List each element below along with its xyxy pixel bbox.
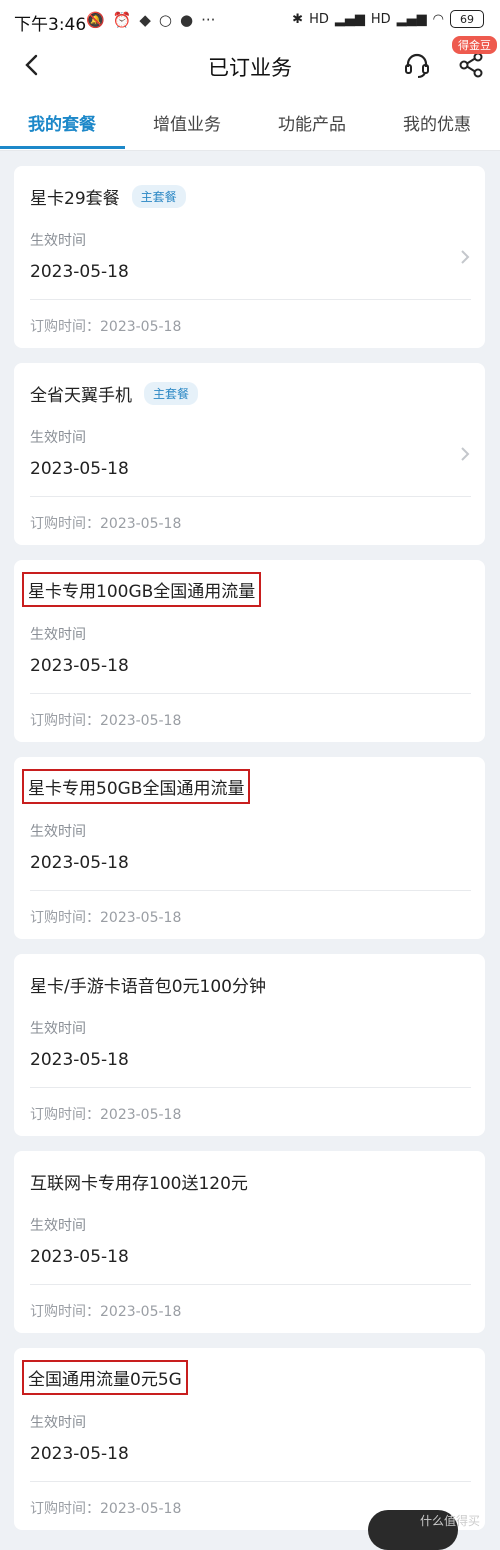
effective-date: 2023-05-18 bbox=[30, 1050, 129, 1070]
chevron-right-icon[interactable] bbox=[459, 248, 471, 266]
effective-time-label: 生效时间 bbox=[30, 824, 86, 840]
tab-my-plan[interactable]: 我的套餐 bbox=[28, 110, 96, 135]
plan-title-highlighted: 全国通用流量0元5G bbox=[22, 1360, 188, 1395]
wifi-icon: ◠ bbox=[432, 11, 444, 27]
more-dots-icon: ··· bbox=[201, 11, 216, 29]
divider bbox=[30, 890, 471, 891]
plan-card: 星卡/手游卡语音包0元100分钟 生效时间 2023-05-18 订购时间：20… bbox=[14, 954, 485, 1136]
plan-card[interactable]: 星卡29套餐 主套餐 生效时间 2023-05-18 订购时间：2023-05-… bbox=[14, 166, 485, 348]
divider bbox=[30, 693, 471, 694]
app-header: 已订业务 得金豆 bbox=[0, 36, 500, 90]
effective-time-label: 生效时间 bbox=[30, 1415, 86, 1431]
effective-date: 2023-05-18 bbox=[30, 656, 129, 676]
order-time: 订购时间：2023-05-18 bbox=[30, 516, 182, 532]
plan-title: 互联网卡专用存100送120元 bbox=[30, 1174, 248, 1194]
customer-service-headset-icon[interactable] bbox=[402, 50, 432, 80]
alarm-icon: ⏰ bbox=[112, 11, 132, 29]
signal-icon: ▂▄▆ bbox=[334, 11, 365, 27]
plan-card: 全国通用流量0元5G 生效时间 2023-05-18 订购时间：2023-05-… bbox=[14, 1348, 485, 1530]
order-time: 订购时间：2023-05-18 bbox=[30, 319, 182, 335]
plan-title: 星卡29套餐 bbox=[30, 189, 120, 209]
tab-bar: 我的套餐 增值业务 功能产品 我的优惠 bbox=[0, 90, 500, 151]
share-icon[interactable] bbox=[456, 50, 486, 80]
effective-time-label: 生效时间 bbox=[30, 233, 86, 249]
divider bbox=[30, 496, 471, 497]
effective-date: 2023-05-18 bbox=[30, 459, 129, 479]
tab-functions[interactable]: 功能产品 bbox=[278, 110, 346, 135]
plan-title-highlighted: 星卡专用100GB全国通用流量 bbox=[22, 572, 262, 607]
status-time: 下午3:46 bbox=[14, 15, 87, 35]
tab-value-added[interactable]: 增值业务 bbox=[153, 110, 221, 135]
bluetooth-icon: ✱ bbox=[292, 11, 304, 27]
main-plan-tag: 主套餐 bbox=[144, 382, 199, 405]
mute-bell-icon: 🔕 bbox=[86, 11, 105, 29]
active-tab-indicator bbox=[0, 146, 125, 149]
divider bbox=[30, 299, 471, 300]
battery-indicator: 69 bbox=[450, 10, 484, 28]
plan-title: 星卡/手游卡语音包0元100分钟 bbox=[30, 977, 266, 997]
divider bbox=[30, 1481, 471, 1482]
plan-title-highlighted: 星卡专用50GB全国通用流量 bbox=[22, 769, 251, 804]
plan-card: 星卡专用100GB全国通用流量 生效时间 2023-05-18 订购时间：202… bbox=[14, 560, 485, 742]
order-time: 订购时间：2023-05-18 bbox=[30, 910, 182, 926]
effective-date: 2023-05-18 bbox=[30, 262, 129, 282]
qq-icon: ● bbox=[180, 11, 194, 29]
plan-card: 星卡专用50GB全国通用流量 生效时间 2023-05-18 订购时间：2023… bbox=[14, 757, 485, 939]
effective-time-label: 生效时间 bbox=[30, 430, 86, 446]
signal-hd-1: HD bbox=[309, 11, 329, 27]
order-time: 订购时间：2023-05-18 bbox=[30, 1107, 182, 1123]
gold-bean-badge[interactable]: 得金豆 bbox=[452, 36, 497, 54]
signal-hd-2: HD bbox=[370, 11, 391, 27]
effective-date: 2023-05-18 bbox=[30, 1444, 129, 1464]
app-notification-icon: ◆ bbox=[139, 11, 151, 29]
status-bar: 下午3:46 🔕 ⏰ ◆ ○ ● ··· ✱ HD ▂▄▆ HD ▂▄▆ ◠ 6… bbox=[0, 0, 500, 44]
plan-title: 全省天翼手机 bbox=[30, 386, 132, 406]
watermark-text: 什么值得买 bbox=[420, 1514, 481, 1528]
effective-date: 2023-05-18 bbox=[30, 1247, 129, 1267]
chat-notification-icon: ○ bbox=[158, 11, 173, 29]
divider bbox=[30, 1087, 471, 1088]
order-time: 订购时间：2023-05-18 bbox=[30, 1501, 182, 1517]
effective-time-label: 生效时间 bbox=[30, 1218, 86, 1234]
order-time: 订购时间：2023-05-18 bbox=[30, 713, 182, 729]
status-right: ✱ HD ▂▄▆ HD ▂▄▆ ◠ 69 bbox=[292, 10, 484, 28]
effective-time-label: 生效时间 bbox=[30, 627, 86, 643]
chevron-right-icon[interactable] bbox=[459, 445, 471, 463]
divider bbox=[30, 1284, 471, 1285]
signal-icon-2: ▂▄▆ bbox=[396, 11, 427, 27]
notification-icons: 🔕 ⏰ ◆ ○ ● ··· bbox=[86, 11, 215, 29]
main-plan-tag: 主套餐 bbox=[131, 185, 186, 208]
effective-date: 2023-05-18 bbox=[30, 853, 129, 873]
order-time: 订购时间：2023-05-18 bbox=[30, 1304, 182, 1320]
tab-my-discounts[interactable]: 我的优惠 bbox=[403, 110, 471, 135]
effective-time-label: 生效时间 bbox=[30, 1021, 86, 1037]
plan-card: 互联网卡专用存100送120元 生效时间 2023-05-18 订购时间：202… bbox=[14, 1151, 485, 1333]
plan-card[interactable]: 全省天翼手机 主套餐 生效时间 2023-05-18 订购时间：2023-05-… bbox=[14, 363, 485, 545]
